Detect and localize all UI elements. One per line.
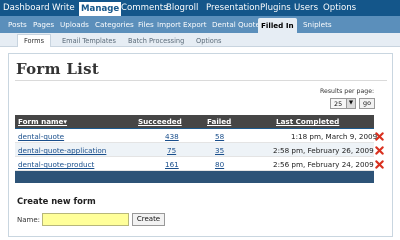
form-name-input[interactable] [42, 213, 129, 226]
submenu-posts[interactable]: Posts [8, 19, 27, 31]
menu-users[interactable]: Users [294, 1, 318, 15]
delete-icon[interactable] [375, 160, 384, 169]
last-completed: 2:56 pm, February 24, 2009 [273, 160, 374, 169]
tab-options[interactable]: Options [196, 35, 221, 47]
menu-comments[interactable]: Comments [121, 1, 168, 15]
name-label: Name: [17, 216, 41, 224]
delete-icon[interactable] [375, 146, 384, 155]
succeeded-link[interactable]: 75 [167, 146, 176, 155]
submenu-filled-in[interactable]: Filled In [258, 18, 297, 33]
submenu: Posts Pages Uploads Categories Files Imp… [0, 16, 400, 33]
chevron-down-icon: ▼ [346, 99, 355, 108]
menu-options[interactable]: Options [323, 1, 356, 15]
menu-manage[interactable]: Manage [79, 2, 122, 16]
table-row: dental-quote 438 58 1:18 pm, March 9, 20… [15, 129, 378, 143]
menu-blogroll[interactable]: Blogroll [166, 1, 198, 15]
submenu-files[interactable]: Files [138, 19, 154, 31]
submenu-dental-quote[interactable]: Dental Quote [212, 19, 260, 31]
tab-email-templates[interactable]: Email Templates [62, 35, 116, 47]
table-row: dental-quote-application 75 35 2:58 pm, … [15, 143, 374, 157]
tab-forms[interactable]: Forms [17, 34, 52, 47]
succeeded-link[interactable]: 161 [165, 160, 179, 169]
title-divider [15, 80, 387, 81]
submenu-categories[interactable]: Categories [95, 19, 134, 31]
form-name-link[interactable]: dental-quote-application [18, 146, 106, 155]
go-button[interactable]: go [359, 98, 375, 109]
results-per-page-select[interactable]: 25 ▼ [330, 98, 356, 109]
table-row: dental-quote-product 161 80 2:56 pm, Feb… [15, 157, 374, 171]
sort-succeeded[interactable]: Succeeded [138, 117, 182, 126]
submenu-export[interactable]: Export [183, 19, 207, 31]
menu-plugins[interactable]: Plugins [260, 1, 291, 15]
create-button[interactable]: Create [132, 213, 165, 226]
table-footer [15, 171, 374, 183]
form-name-link[interactable]: dental-quote-product [18, 160, 94, 169]
last-completed: 2:58 pm, February 26, 2009 [273, 146, 374, 155]
admin-menu: Dashboard Write Manage Comments Blogroll… [0, 0, 400, 16]
last-completed: 1:18 pm, March 9, 2009 [291, 132, 378, 141]
menu-write[interactable]: Write [52, 1, 75, 15]
failed-link[interactable]: 80 [215, 160, 224, 169]
page-title: Form List [16, 60, 100, 78]
sort-last-completed[interactable]: Last Completed [276, 117, 339, 126]
submenu-uploads[interactable]: Uploads [60, 19, 89, 31]
submenu-sniplets[interactable]: Sniplets [303, 19, 332, 31]
table-header: Form name▾ Succeeded Failed Last Complet… [15, 115, 374, 129]
menu-presentation[interactable]: Presentation [206, 1, 260, 15]
sort-failed[interactable]: Failed [207, 117, 231, 126]
results-per-page-label: Results per page: [320, 88, 375, 95]
delete-icon[interactable] [375, 132, 384, 141]
submenu-pages[interactable]: Pages [33, 19, 54, 31]
form-name-link[interactable]: dental-quote [18, 132, 64, 141]
subsubmenu: Forms Email Templates Batch Processing O… [0, 33, 400, 47]
results-per-page-value: 25 [334, 100, 343, 108]
tab-batch-processing[interactable]: Batch Processing [128, 35, 184, 47]
failed-link[interactable]: 35 [215, 146, 224, 155]
create-form-heading: Create new form [17, 196, 96, 206]
menu-dashboard[interactable]: Dashboard [3, 1, 50, 15]
succeeded-link[interactable]: 438 [165, 132, 179, 141]
submenu-import[interactable]: Import [157, 19, 181, 31]
failed-link[interactable]: 58 [215, 132, 224, 141]
sort-form-name[interactable]: Form name▾ [18, 117, 67, 126]
